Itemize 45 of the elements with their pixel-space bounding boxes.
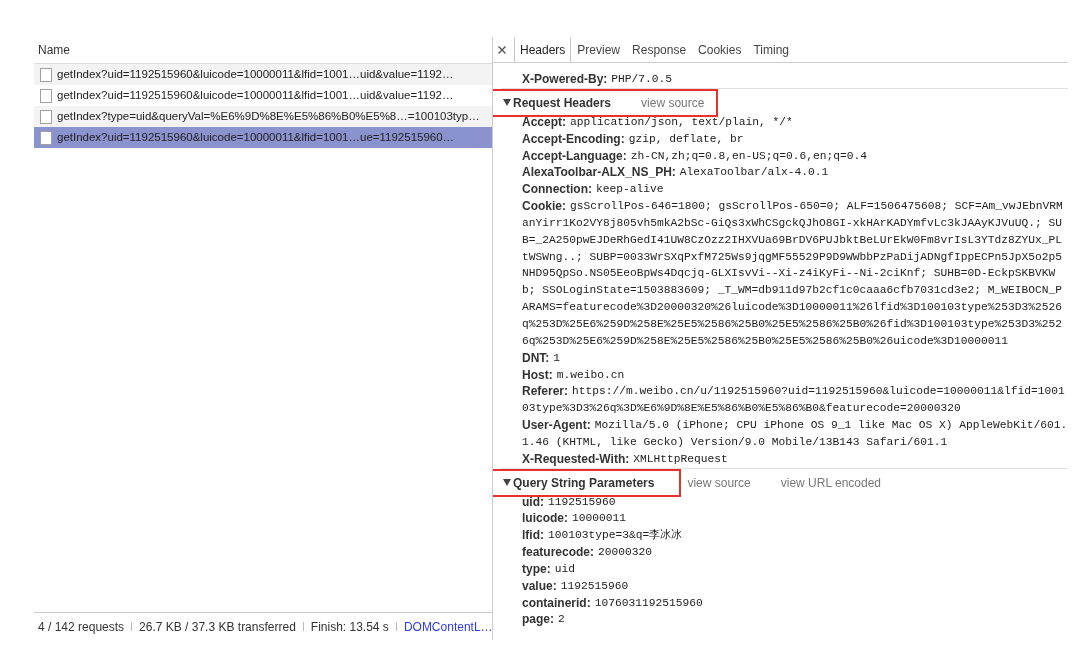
request-row[interactable]: getIndex?type=uid&queryVal=%E6%9D%8E%E5%86%B0%E5%8…=100103typ… bbox=[34, 106, 492, 127]
section-title[interactable]: Request Headers bbox=[513, 93, 612, 112]
file-icon bbox=[40, 67, 52, 82]
section-link[interactable]: view URL encoded bbox=[780, 473, 882, 492]
header-entry: Cookie: gsScrollPos-646=1800; gsScrollPos-650=0; ALF=1506475608; SCF=Am_vwJEbnVRManYirr1Ko2VY8j805vh5mkA2bSc-GiQs3xWhCSgckQJhO8GI-xkHArKADYmfvLc3kJAAyKJVuUQ.; SUB=_2A250pwEJDeRhGedI41UW8CzOzz2IHXVUa69BrDV6PUJbktBeLUrEkW0Fm8vrIsL3YTdz8ZYUx_PLtWSWng..; SUBP=0033WrSXqPxfM725Ws9jqgMF55529P9D9WWbbPzPaDijADNgfIppECPn5JpX5o2p5NHD95QpSo.NS05EeoBpWs4Dqcjq-GLXIsvVi--Xi-z4iKyFi--Ni-2ciKnf; SUHB=0D-EckpSKBVKWb; SSOLoginState=1503883609; _T_WM=db911d97b2cf1c0caaa6cfb7031cd3e2; M_WEIBOCN_PARAMS=featurecode%3D20000320%26luicode%3D10000011%26lfid%3D100103type%253D3%2526q%253D%25E6%259D%258E%25E5%2586%25B0%25E5%2586%25B0%26fid%3D100103type%253D3%2526q%253D%25E6%259D%258E%25E5%2586%25B0%25E5%2586%25B0%26uicode%3D10000011 bbox=[522, 199, 1063, 348]
request-row[interactable]: getIndex?uid=1192515960&luicode=10000011&lfid=1001…ue=1192515960… bbox=[34, 127, 492, 148]
header-entry: Accept-Language: zh-CN,zh;q=0.8,en-US;q=0.6,en;q=0.4 bbox=[522, 148, 867, 163]
section-link[interactable]: view source bbox=[641, 93, 705, 112]
header-entry: page: 2 bbox=[522, 612, 565, 627]
tab[interactable]: Cookies bbox=[692, 37, 748, 62]
status-text: 26.7 KB / 37.3 KB transferred bbox=[139, 618, 296, 636]
triangle-down-icon[interactable] bbox=[503, 479, 511, 487]
header-entry: type: uid bbox=[522, 561, 575, 576]
header-entry: value: 1192515960 bbox=[522, 578, 629, 593]
section-title[interactable]: Query String Parameters bbox=[513, 473, 655, 492]
header-entry: DNT: 1 bbox=[522, 350, 561, 365]
section-link[interactable]: view source bbox=[687, 473, 751, 492]
header-entry: X-Powered-By: PHP/7.0.5 bbox=[522, 72, 673, 86]
status-link[interactable]: DOMContentL… bbox=[403, 617, 493, 636]
header-entry: AlexaToolbar-ALX_NS_PH: AlexaToolbar/alx-4.0.1 bbox=[522, 165, 829, 180]
close-icon[interactable] bbox=[497, 45, 506, 54]
header-entry: Accept-Encoding: gzip, deflate, br bbox=[522, 131, 744, 146]
column-header[interactable]: Name bbox=[38, 41, 70, 59]
header-entry: lfid: 100103type=3&q=李冰冰 bbox=[522, 528, 683, 543]
file-icon bbox=[40, 130, 52, 145]
header-entry: containerid: 1076031192515960 bbox=[522, 595, 703, 610]
header-entry: luicode: 10000011 bbox=[522, 511, 627, 526]
header-entry: featurecode: 20000320 bbox=[522, 545, 653, 560]
header-entry: uid: 1192515960 bbox=[522, 494, 616, 509]
header-entry: Host: m.weibo.cn bbox=[522, 367, 625, 382]
file-icon bbox=[40, 109, 52, 124]
header-entry: Referer: https://m.weibo.cn/u/1192515960?uid=1192515960&luicode=10000011&lfid=100103type%3D3%26q%3D%E6%9D%8E%E5%86%B0%E5%86%B0&featurecode=20000320 bbox=[522, 384, 1065, 416]
header-entry: X-Requested-With: XMLHttpRequest bbox=[522, 451, 728, 466]
tab[interactable]: Preview bbox=[571, 37, 627, 62]
status-text: 4 / 142 requests bbox=[38, 618, 125, 636]
tab[interactable]: Response bbox=[626, 37, 693, 62]
triangle-down-icon[interactable] bbox=[503, 99, 511, 107]
header-entry: Accept: application/json, text/plain, */* bbox=[522, 114, 793, 129]
file-icon bbox=[40, 88, 52, 103]
tab[interactable]: Headers bbox=[514, 37, 572, 62]
request-row[interactable]: getIndex?uid=1192515960&luicode=10000011&lfid=1001…uid&value=1192… bbox=[34, 64, 492, 85]
header-entry: Connection: keep-alive bbox=[522, 182, 664, 197]
tab[interactable]: Timing bbox=[747, 37, 795, 62]
header-entry: User-Agent: Mozilla/5.0 (iPhone; CPU iPhone OS 9_1 like Mac OS X) AppleWebKit/601.1.46 (KHTML, like Gecko) Version/9.0 Mobile/13B143 Safari/601.1 bbox=[522, 418, 1068, 449]
status-text: Finish: 13.54 s bbox=[310, 618, 389, 636]
